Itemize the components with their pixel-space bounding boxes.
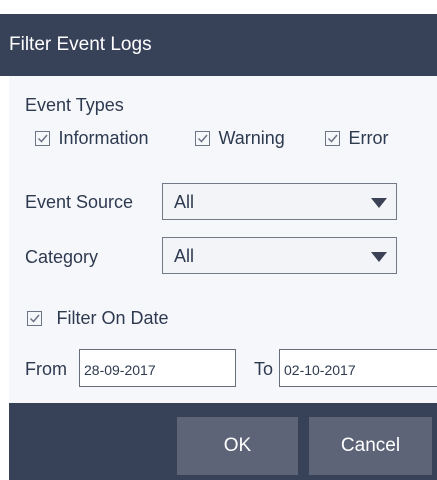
to-label: To (254, 359, 274, 379)
top-strip (0, 0, 437, 14)
event-source-dropdown[interactable]: All (162, 183, 397, 220)
filter-on-date-label: Filter On Date (56, 308, 169, 328)
event-types-heading: Event Types (25, 95, 124, 115)
from-date-input[interactable]: 28-09-2017 (79, 349, 236, 387)
from-label: From (25, 359, 67, 379)
filter-on-date-checkbox[interactable] (27, 310, 42, 326)
event-source-label: Event Source (25, 192, 134, 212)
error-label: Error (348, 128, 389, 148)
cancel-button[interactable]: Cancel (309, 417, 432, 475)
checkmark-icon (197, 134, 208, 143)
information-option: Information (35, 127, 149, 149)
error-option: Error (325, 127, 388, 149)
checkmark-icon (37, 134, 48, 143)
information-checkbox[interactable] (35, 130, 50, 146)
warning-option: Warning (195, 127, 285, 149)
warning-label: Warning (218, 128, 285, 148)
checkmark-icon (29, 314, 40, 323)
ok-button[interactable]: OK (177, 417, 298, 475)
caret-down-icon (371, 252, 387, 262)
filter-on-date-option: Filter On Date (27, 307, 169, 329)
checkmark-icon (327, 134, 338, 143)
dialog-title: Filter Event Logs (9, 34, 152, 55)
caret-down-icon (371, 198, 387, 208)
category-value: All (174, 246, 195, 266)
event-source-value: All (174, 192, 195, 212)
error-checkbox[interactable] (325, 130, 340, 146)
title-bar: Filter Event Logs (0, 14, 437, 76)
warning-checkbox[interactable] (195, 130, 210, 146)
category-dropdown[interactable]: All (162, 237, 397, 274)
to-date-input[interactable]: 02-10-2017 (279, 349, 437, 387)
filter-event-logs-dialog: Filter Event Logs Event Types Informatio… (0, 0, 437, 480)
category-label: Category (25, 247, 99, 267)
information-label: Information (58, 128, 149, 148)
